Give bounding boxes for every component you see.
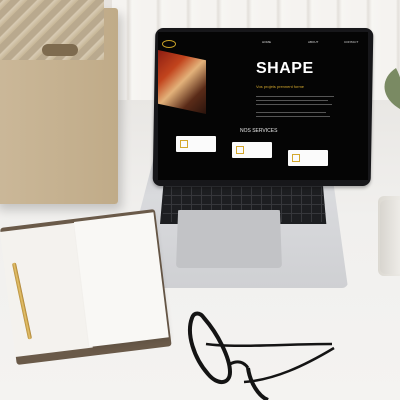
service-card[interactable]: [232, 142, 272, 158]
service-icon: [292, 154, 300, 162]
hero-subtitle: Vos projets prennent forme: [256, 84, 305, 89]
service-icon: [236, 146, 244, 154]
ceramic-cup: [380, 200, 400, 274]
text-line: [256, 96, 334, 97]
nav-item-contact[interactable]: CONTACT: [344, 40, 358, 44]
text-line: [256, 116, 330, 117]
text-line: [256, 112, 326, 113]
hero-title: SHAPE: [256, 60, 314, 77]
service-card[interactable]: [288, 150, 328, 166]
notebook-right-page: [74, 212, 169, 348]
laptop-trackpad: [176, 210, 282, 268]
box-handle: [42, 44, 78, 56]
text-line: [256, 104, 332, 105]
nav-item-home[interactable]: HOME: [262, 40, 271, 44]
nav-item-about[interactable]: ABOUT: [308, 40, 318, 44]
service-icon: [180, 140, 188, 148]
plant-leaves-icon: [384, 68, 400, 109]
eyeglasses-icon: [188, 311, 335, 400]
services-heading: NOS SERVICES: [240, 128, 278, 134]
logo-icon: [162, 40, 176, 48]
hero-photo: [158, 50, 206, 114]
text-line: [256, 100, 328, 101]
service-card[interactable]: [176, 136, 216, 152]
